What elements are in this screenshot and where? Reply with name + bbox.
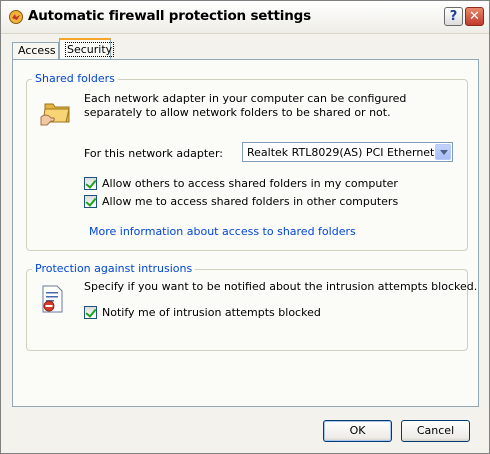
close-button[interactable]: ✕ [465,7,484,26]
allow-me-checkbox[interactable] [84,195,97,208]
allow-others-checkbox[interactable] [84,177,97,190]
firewall-settings-dialog: Automatic firewall protection settings ?… [0,0,490,454]
tab-access[interactable]: Access [12,42,59,59]
more-info-link[interactable]: More information about access to shared … [89,225,356,238]
chevron-down-icon[interactable] [435,144,451,160]
network-adapter-value: Realtek RTL8029(AS) PCI Ethernet ââ [247,146,435,159]
tab-access-label: Access [18,44,56,57]
ok-button[interactable]: OK [323,420,392,442]
notify-checkbox[interactable] [84,306,97,319]
tab-security-label: Security [65,42,115,57]
title-bar[interactable]: Automatic firewall protection settings ?… [1,1,489,34]
network-adapter-select[interactable]: Realtek RTL8029(AS) PCI Ethernet ââ [242,142,453,162]
intrusions-description: Specify if you want to be notified about… [84,280,478,293]
notify-label: Notify me of intrusion attempts blocked [102,306,321,319]
firewall-app-icon [9,10,23,24]
intrusions-group: Protection against intrusions Specify if… [26,262,478,351]
allow-others-label: Allow others to access shared folders in… [102,177,398,190]
intrusion-log-icon [42,285,63,313]
intrusions-title: Protection against intrusions [32,262,196,275]
cancel-button[interactable]: Cancel [401,420,470,442]
window-title: Automatic firewall protection settings [28,8,311,24]
shared-folder-icon [40,103,70,126]
shared-folders-group: Shared folders Each network adapter in y… [26,72,468,251]
adapter-label: For this network adapter: [84,147,223,160]
allow-me-label: Allow me to access shared folders in oth… [102,195,399,208]
security-tab-panel: Shared folders Each network adapter in y… [12,59,479,407]
shared-folders-description: Each network adapter in your computer ca… [84,92,407,119]
shared-folders-title: Shared folders [32,72,118,85]
tab-security[interactable]: Security [59,38,115,59]
help-button[interactable]: ? [444,7,463,26]
